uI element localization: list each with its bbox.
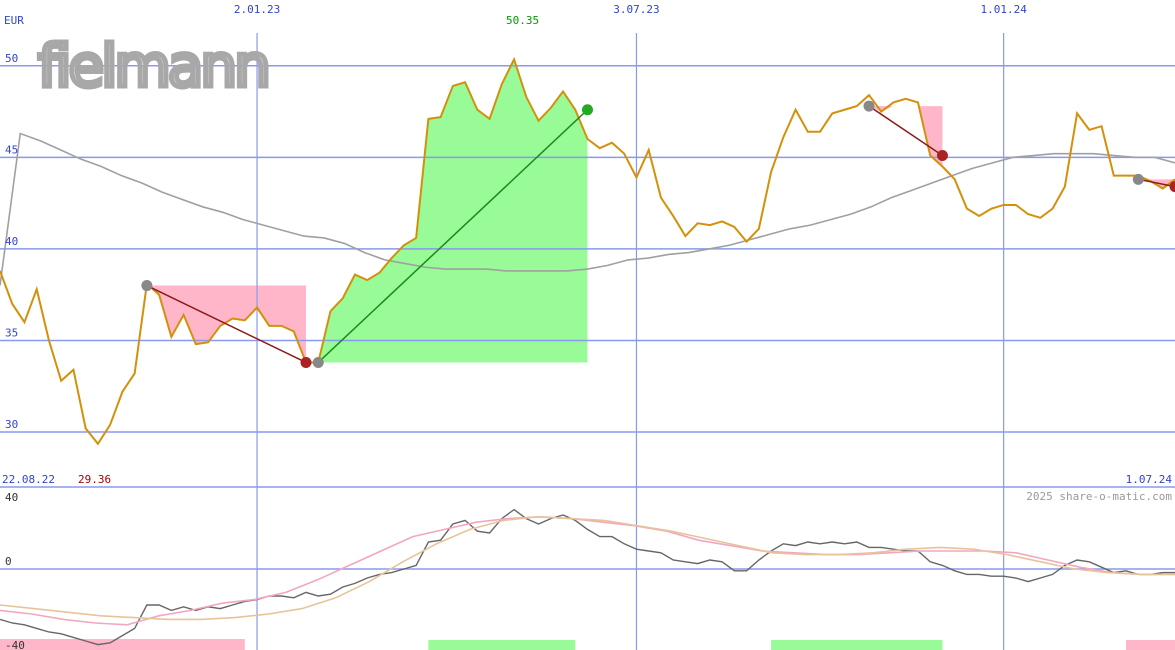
min-price-label: 29.36 (78, 473, 111, 486)
date-axis-tick-label: 2.01.23 (234, 3, 280, 16)
currency-label: EUR (4, 14, 24, 27)
price-axis-tick-label: 35 (5, 326, 18, 339)
date-axis-tick-label: 1.01.24 (980, 3, 1027, 16)
logo: fielmann (38, 32, 268, 100)
oscillator-tick-label: -40 (5, 639, 25, 650)
stock-chart: fielmann 30 35 40 45 50 2.01.23 3.07.23 1.01.24… (0, 3, 1175, 650)
max-price-label: 50.35 (506, 14, 539, 27)
trade-entry-marker (1132, 173, 1144, 185)
oscillator-bar (0, 639, 245, 650)
oscillator-bars (0, 639, 1175, 650)
trade-entry-marker (141, 280, 153, 292)
date-axis-tick-label: 3.07.23 (613, 3, 659, 16)
oscillator-lines (0, 508, 1175, 646)
price-axis-tick-label: 30 (5, 418, 18, 431)
trade-entry-marker (863, 100, 875, 112)
oscillator-line (0, 508, 1175, 646)
oscillator-bar (1126, 640, 1175, 650)
oscillator-tick-label: 0 (5, 555, 12, 568)
oscillator-line (0, 515, 1175, 621)
end-date-label: 1.07.24 (1126, 473, 1173, 486)
oscillator-bar (771, 640, 943, 650)
price-axis-tick-label: 45 (5, 143, 18, 156)
trade-fill-layer (146, 59, 1175, 363)
trade-exit-marker (300, 356, 312, 368)
trade-exit-marker (936, 150, 948, 162)
trade-area (318, 59, 588, 363)
watermark: 2025 share-o-matic.com (1026, 490, 1172, 503)
trade-exit-marker (582, 104, 593, 116)
oscillator-tick-label: 40 (5, 491, 18, 504)
price-axis-tick-label: 40 (5, 235, 18, 248)
oscillator-bar (428, 640, 576, 650)
trade-entry-marker (312, 356, 324, 368)
start-date-label: 22.08.22 (2, 473, 55, 486)
price-axis-tick-label: 50 (5, 52, 18, 65)
